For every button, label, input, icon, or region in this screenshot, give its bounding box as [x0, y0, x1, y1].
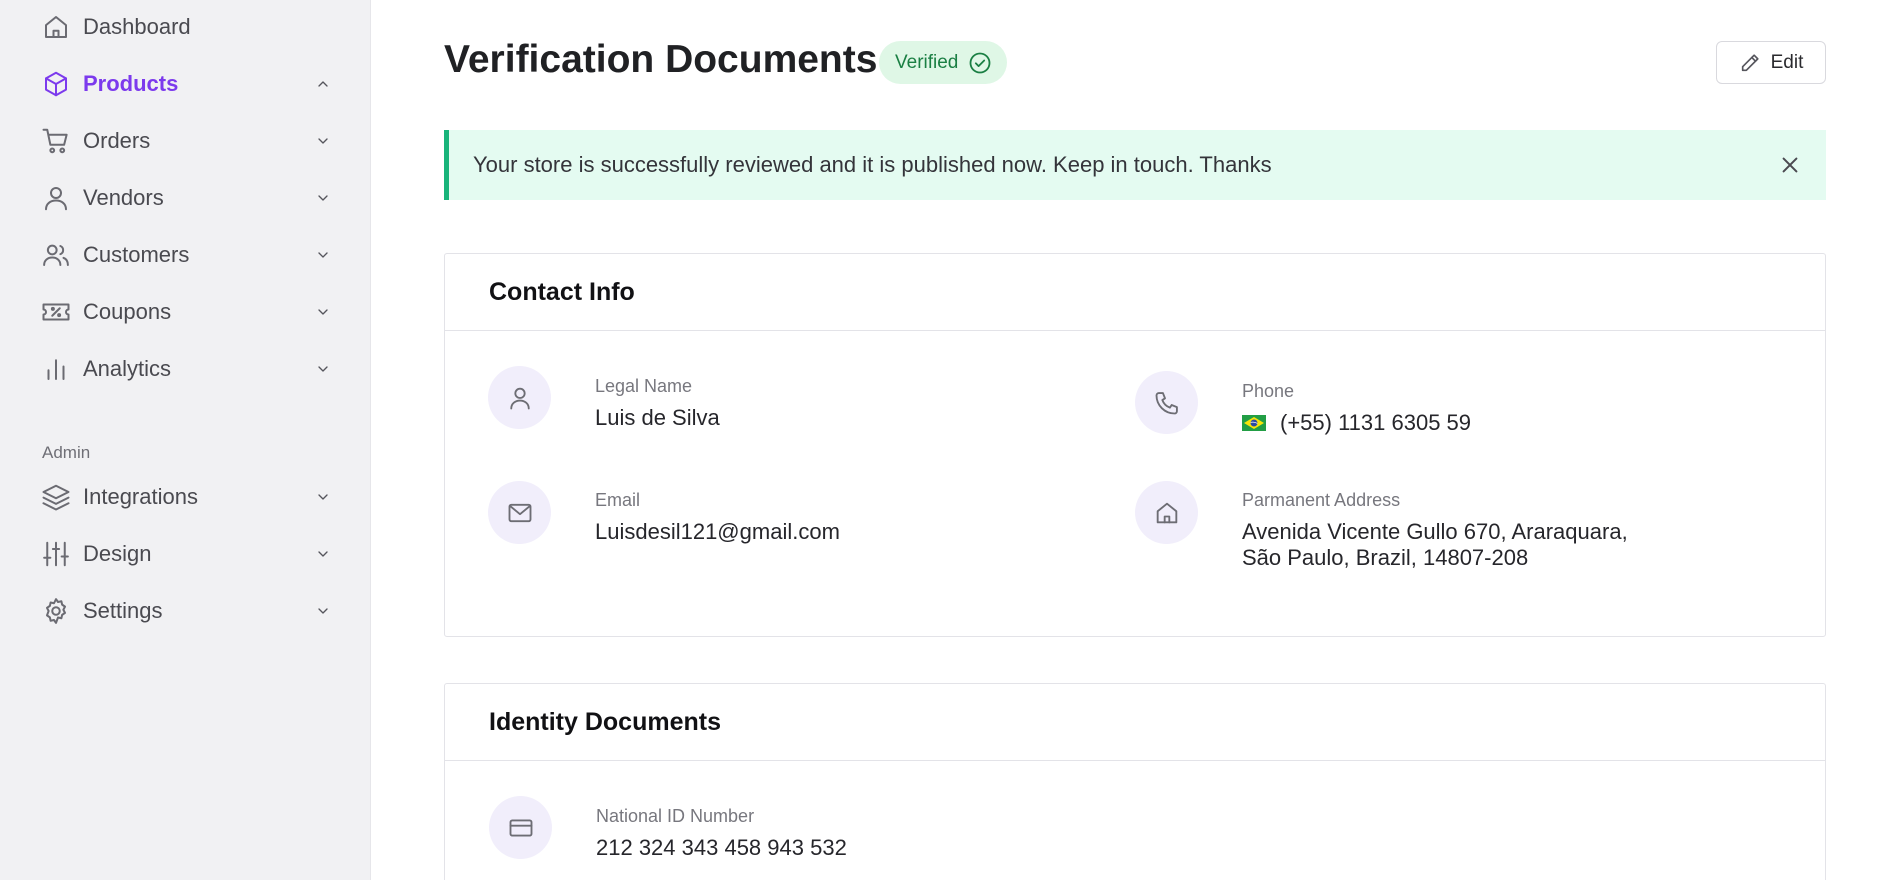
- sidebar-item-label: Customers: [83, 242, 190, 267]
- admin-section-label: Admin: [42, 443, 91, 462]
- chevron-down-icon[interactable]: [311, 542, 335, 566]
- legal-name-value: Luis de Silva: [595, 405, 720, 430]
- sidebar-item-label: Design: [83, 541, 152, 566]
- chevron-down-icon[interactable]: [311, 243, 335, 267]
- phone-value: (+55) 1131 6305 59: [1242, 410, 1471, 436]
- legal-name-label: Legal Name: [595, 376, 693, 396]
- card-header: Identity Documents: [445, 684, 1825, 761]
- credit-card-icon: [489, 796, 552, 859]
- sidebar-item-label: Integrations: [83, 484, 198, 509]
- home-icon: [1135, 481, 1198, 544]
- address-label: Parmanent Address: [1242, 490, 1401, 510]
- chevron-down-icon[interactable]: [311, 485, 335, 509]
- national-id-label: National ID Number: [596, 806, 755, 826]
- sidebar-item-customers[interactable]: Customers: [40, 235, 335, 275]
- layers-icon: [40, 481, 72, 513]
- phone-icon: [1135, 371, 1198, 434]
- edit-button[interactable]: Edit: [1716, 41, 1826, 84]
- card-header: Contact Info: [445, 254, 1825, 331]
- sidebar-item-integrations[interactable]: Integrations: [40, 477, 335, 517]
- chevron-down-icon[interactable]: [311, 129, 335, 153]
- sidebar-item-label: Vendors: [83, 185, 164, 210]
- box-icon: [40, 68, 72, 100]
- sidebar-item-dashboard[interactable]: Dashboard: [40, 7, 335, 47]
- brazil-flag-icon: [1242, 415, 1266, 431]
- check-circle-icon: [969, 52, 991, 73]
- sidebar-item-label: Analytics: [83, 356, 172, 381]
- sidebar-item-coupons[interactable]: Coupons: [40, 292, 335, 332]
- card-title: Identity Documents: [489, 707, 721, 736]
- pencil-icon: [1741, 53, 1759, 71]
- chevron-down-icon[interactable]: [311, 300, 335, 324]
- email-label: Email: [595, 490, 641, 510]
- edit-button-label: Edit: [1770, 51, 1804, 73]
- chevron-down-icon[interactable]: [311, 357, 335, 381]
- sidebar-item-label: Dashboard: [83, 14, 191, 39]
- sliders-icon: [40, 538, 72, 570]
- user-icon: [40, 182, 72, 214]
- sidebar-item-label: Products: [83, 71, 179, 96]
- page-title: Verification Documents: [444, 38, 878, 81]
- sidebar-item-label: Settings: [83, 598, 163, 623]
- cart-icon: [40, 125, 72, 157]
- sidebar-item-products[interactable]: Products: [40, 64, 335, 104]
- email-value: Luisdesil121@gmail.com: [595, 519, 840, 544]
- coupon-icon: [40, 296, 72, 328]
- sidebar-item-label: Coupons: [83, 299, 172, 324]
- identity-documents-card: Identity Documents National ID Number 21…: [444, 683, 1826, 880]
- chevron-down-icon[interactable]: [311, 599, 335, 623]
- card-title: Contact Info: [489, 277, 635, 306]
- success-alert: Your store is successfully reviewed and …: [444, 130, 1826, 200]
- contact-info-card: Contact Info Legal Name Luis de Silva Ph…: [444, 253, 1826, 637]
- users-icon: [40, 239, 72, 271]
- bar-chart-icon: [40, 353, 72, 385]
- national-id-value: 212 324 343 458 943 532: [596, 835, 847, 860]
- phone-label: Phone: [1242, 381, 1295, 401]
- sidebar-item-orders[interactable]: Orders: [40, 121, 335, 161]
- address-line-2: São Paulo, Brazil, 14807-208: [1242, 545, 1529, 570]
- user-icon: [488, 366, 551, 429]
- address-line-1: Avenida Vicente Gullo 670, Araraquara,: [1242, 519, 1628, 544]
- status-badge-label: Verified: [895, 51, 959, 73]
- sidebar-item-vendors[interactable]: Vendors: [40, 178, 335, 218]
- sidebar-item-design[interactable]: Design: [40, 534, 335, 574]
- close-icon[interactable]: [1776, 151, 1804, 179]
- phone-number: (+55) 1131 6305 59: [1280, 410, 1472, 435]
- sidebar-item-label: Orders: [83, 128, 151, 153]
- gear-icon: [40, 595, 72, 627]
- home-icon: [40, 11, 72, 43]
- sidebar: Dashboard Products Orders Vendors Custom…: [0, 0, 371, 880]
- mail-icon: [488, 481, 551, 544]
- status-badge: Verified: [879, 41, 1008, 84]
- chevron-up-icon[interactable]: [311, 72, 335, 96]
- sidebar-item-settings[interactable]: Settings: [40, 591, 335, 631]
- chevron-down-icon[interactable]: [311, 186, 335, 210]
- sidebar-item-analytics[interactable]: Analytics: [40, 349, 335, 389]
- alert-message: Your store is successfully reviewed and …: [473, 152, 1272, 177]
